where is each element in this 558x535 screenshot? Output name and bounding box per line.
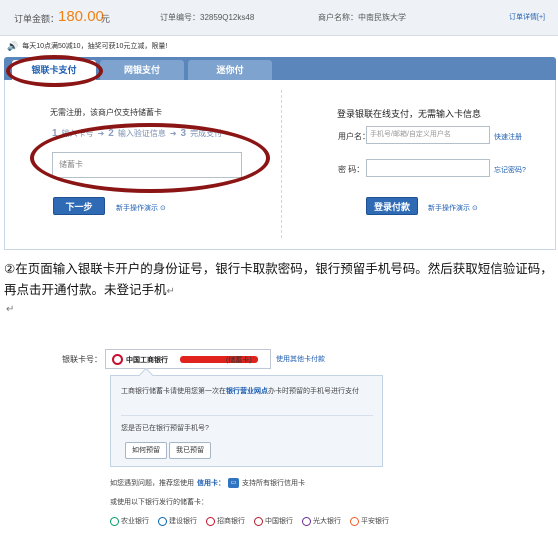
help-line: 如您遇到问题，推荐您使用 信用卡： ▭ 支持所有银行信用卡 bbox=[110, 478, 305, 488]
boc-logo-icon bbox=[254, 516, 263, 526]
instruction-body: ②在页面输入银联卡开户的身份证号，银行卡取款密码，银行预留手机号码。然后获取短信… bbox=[4, 262, 553, 297]
tab-mini-pay[interactable]: 迷你付 bbox=[188, 60, 272, 80]
beginner-demo-link-right[interactable]: 新手操作演示 ⊙ bbox=[428, 203, 478, 213]
bank-item[interactable]: 农业银行 bbox=[110, 516, 149, 526]
next-step-button[interactable]: 下一步 bbox=[53, 197, 105, 215]
beginner-demo-link[interactable]: 新手操作演示 ⊙ bbox=[116, 203, 166, 213]
ccb-logo-icon bbox=[158, 516, 167, 526]
annotation-ellipse-tab bbox=[6, 55, 103, 87]
amount-unit: 元 bbox=[101, 14, 111, 24]
help-tail: 支持所有银行信用卡 bbox=[242, 480, 305, 487]
panel-divider bbox=[281, 90, 282, 238]
order-detail-link[interactable]: 订单详情[+] bbox=[509, 12, 545, 22]
return-mark-line: ↵ bbox=[6, 304, 15, 315]
order-number: 订单编号：32859Q12ks48 bbox=[160, 13, 255, 22]
forgot-password-link[interactable]: 忘记密码? bbox=[494, 165, 526, 175]
use-other-card-link[interactable]: 使用其他卡付款 bbox=[276, 354, 325, 364]
merchant-name: 商户名称：中南民族大学 bbox=[318, 13, 406, 22]
bank-item[interactable]: 平安银行 bbox=[350, 516, 389, 526]
bank-item[interactable]: 招商银行 bbox=[206, 516, 245, 526]
bank-item[interactable]: 中国银行 bbox=[254, 516, 293, 526]
instruction-text: ②在页面输入银联卡开户的身份证号，银行卡取款密码，银行预留手机号码。然后获取短信… bbox=[4, 259, 554, 302]
bank-item[interactable]: 光大银行 bbox=[302, 516, 341, 526]
bank-label: 中国银行 bbox=[265, 518, 293, 525]
bank-label: 建设银行 bbox=[169, 518, 197, 525]
promo-text: 每天10点满50减10，抽奖可获10元立减，限量! bbox=[22, 43, 168, 50]
tab-online-bank[interactable]: 网银支付 bbox=[100, 60, 184, 80]
card-number-label: 银联卡号： bbox=[62, 355, 102, 364]
annotation-ellipse-card bbox=[30, 123, 270, 193]
info-divider bbox=[121, 415, 373, 416]
icbc-logo-icon bbox=[112, 354, 123, 365]
order-summary-bar: 订单金额： 180.00 元 订单编号：32859Q12ks48 商户名称：中南… bbox=[0, 0, 558, 36]
card-pay-title: 无需注册，该商户仅支持储蓄卡 bbox=[50, 108, 162, 117]
already-reserved-button[interactable]: 我已预留 bbox=[169, 442, 211, 459]
password-input[interactable] bbox=[366, 159, 490, 177]
bank-label: 光大银行 bbox=[313, 518, 341, 525]
promo-notice: 🔊 每天10点满50减10，抽奖可获10元立减，限量! bbox=[7, 39, 167, 53]
how-to-reserve-button[interactable]: 如何预留 bbox=[125, 442, 167, 459]
ceb-logo-icon bbox=[302, 516, 311, 526]
login-pay-button[interactable]: 登录付款 bbox=[366, 197, 418, 215]
phone-info-box: 工商银行储蓄卡请使用您第一次在银行营业网点办卡时预留的手机号进行支付 您是否已在… bbox=[110, 367, 383, 467]
bank-list: 农业银行 建设银行 招商银行 中国银行 光大银行 平安银行 bbox=[110, 516, 389, 526]
bank-label: 平安银行 bbox=[361, 518, 389, 525]
bank-item[interactable]: 建设银行 bbox=[158, 516, 197, 526]
message-pre: 工商银行储蓄卡请使用您第一次在 bbox=[121, 388, 226, 395]
callout-pointer bbox=[138, 367, 154, 383]
cmb-logo-icon bbox=[206, 516, 215, 526]
bank-label: 农业银行 bbox=[121, 518, 149, 525]
username-input[interactable]: 手机号/邮箱/自定义用户名 bbox=[366, 126, 490, 144]
password-label: 密 码： bbox=[338, 165, 365, 174]
branch-link[interactable]: 银行营业网点 bbox=[226, 388, 268, 395]
bank-name: 中国工商银行 bbox=[126, 357, 168, 364]
speaker-icon: 🔊 bbox=[7, 40, 19, 51]
help-text: 如您遇到问题，推荐您使用 bbox=[110, 480, 194, 487]
amount-label: 订单金额： bbox=[14, 14, 60, 24]
return-mark: ↵ bbox=[166, 286, 175, 297]
abc-logo-icon bbox=[110, 516, 119, 526]
debit-card-hint: 或使用以下银行发行的储蓄卡： bbox=[110, 499, 208, 506]
message-post: 办卡时预留的手机号进行支付 bbox=[268, 388, 359, 395]
card-type: (储蓄卡) bbox=[226, 357, 252, 364]
pingan-logo-icon bbox=[350, 516, 359, 526]
credit-card-icon: ▭ bbox=[228, 478, 239, 488]
quick-register-link[interactable]: 快速注册 bbox=[494, 132, 522, 142]
bank-label: 招商银行 bbox=[217, 518, 245, 525]
order-amount: 180.00 bbox=[58, 8, 104, 25]
reserved-phone-question: 您是否已在银行预留手机号? bbox=[121, 425, 209, 432]
login-pay-title: 登录银联在线支付，无需输入卡信息 bbox=[337, 109, 482, 119]
selected-card-box[interactable]: 中国工商银行 (储蓄卡) bbox=[105, 349, 271, 369]
credit-card-link[interactable]: 信用卡： bbox=[197, 478, 225, 488]
info-message: 工商银行储蓄卡请使用您第一次在银行营业网点办卡时预留的手机号进行支付 bbox=[121, 386, 371, 397]
